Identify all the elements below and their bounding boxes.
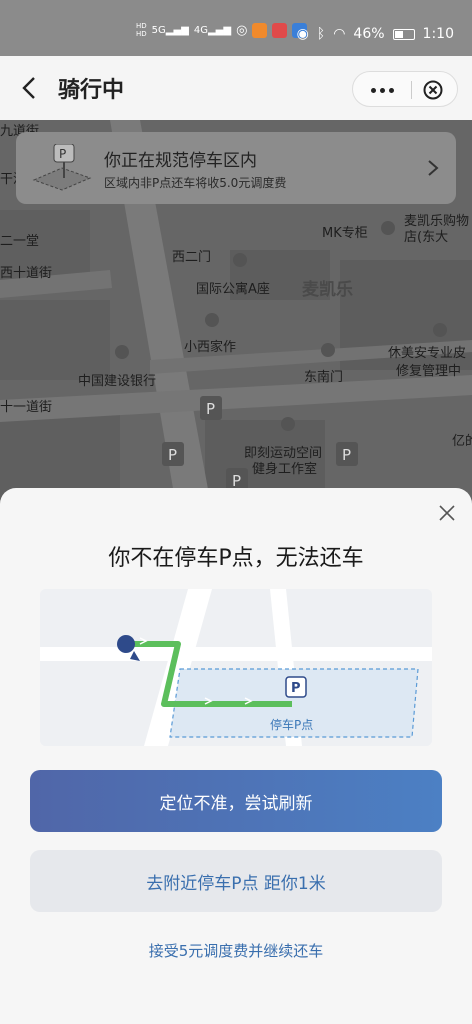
- zone-subtitle: 区域内非P点还车将收5.0元调度费: [104, 176, 287, 190]
- refresh-location-button[interactable]: 定位不准，尝试刷新: [30, 770, 442, 832]
- miniapp-capsule: [352, 71, 458, 107]
- map-label: 二一堂: [0, 234, 40, 249]
- status-left: HD HD 5G▂▄▆ 4G▂▄▆ ◎: [136, 22, 308, 38]
- return-bike-sheet: 你不在停车P点，无法还车 P 停车P点 定位不准，尝试刷新 去附近停车P点 距你…: [0, 488, 472, 1024]
- eye-icon: ◉: [296, 26, 309, 42]
- map-label: 店(东大: [404, 230, 449, 245]
- parking-point-label: 停车P点: [270, 718, 314, 732]
- wifi-icon: ◠: [333, 26, 346, 42]
- map-label: 西二门: [172, 250, 212, 265]
- app-header: 骑行中: [0, 56, 472, 120]
- zone-title: 你正在规范停车区内: [104, 151, 257, 171]
- back-button[interactable]: [16, 74, 44, 102]
- map-label: 亿的: [452, 434, 472, 449]
- svg-text:P: P: [59, 147, 66, 161]
- chevron-left-icon: [22, 77, 35, 99]
- parking-zone-banner[interactable]: P 你正在规范停车区内 区域内非P点还车将收5.0元调度费: [16, 132, 456, 204]
- page-title: 骑行中: [58, 78, 125, 103]
- close-circle-icon: [423, 80, 443, 100]
- svg-text:P: P: [206, 400, 215, 418]
- bluetooth-icon: ᛒ: [316, 26, 326, 42]
- wechat-icon: ◎: [236, 22, 248, 38]
- app-icon-orange: [252, 22, 268, 38]
- route-illustration: P 停车P点: [40, 589, 432, 746]
- signal-icon: 5G▂▄▆: [151, 24, 189, 36]
- map-label: 西十道街: [0, 266, 53, 281]
- chevron-right-icon: [428, 160, 439, 176]
- more-button[interactable]: [353, 72, 411, 108]
- map-label: 国际公寓A座: [196, 282, 270, 297]
- parking-zone-icon: P: [32, 144, 92, 191]
- sheet-title: 你不在停车P点，无法还车: [108, 546, 364, 571]
- status-right: ◉ ᛒ ◠ 46% 1:10: [297, 26, 454, 42]
- map-label: 麦凯乐: [302, 280, 353, 300]
- more-icon: [370, 87, 376, 93]
- sim-indicator: HD HD: [136, 22, 147, 38]
- close-icon: [439, 505, 455, 521]
- map-label: 中国建设银行: [78, 374, 157, 389]
- map-label: 修复管理中: [396, 364, 462, 379]
- map-label: 东南门: [304, 370, 344, 385]
- map-label: 健身工作室: [252, 462, 318, 477]
- close-miniapp-button[interactable]: [423, 80, 443, 100]
- status-bar: HD HD 5G▂▄▆ 4G▂▄▆ ◎ ◉ ᛒ ◠ 46% 1:10: [0, 0, 472, 56]
- clock: 1:10: [422, 26, 454, 42]
- go-nearby-parking-button[interactable]: 去附近停车P点 距你1米: [30, 850, 442, 912]
- app-icon-red: [272, 22, 288, 38]
- svg-text:P: P: [291, 681, 301, 696]
- sheet-close-button[interactable]: [438, 504, 456, 522]
- route-map-svg: P: [40, 589, 432, 746]
- map-label: 十一道街: [0, 400, 53, 415]
- accept-fee-link[interactable]: 接受5元调度费并继续还车: [0, 940, 472, 961]
- svg-text:P: P: [168, 446, 177, 464]
- signal-icon-2: 4G▂▄▆: [193, 24, 232, 36]
- capsule-divider: [411, 81, 412, 99]
- map-label: 休美安专业皮: [388, 346, 467, 361]
- svg-text:P: P: [342, 446, 351, 464]
- map-view[interactable]: P P P P 九道街 干沿 二一堂 西十道街 十一道街 西二门 国际公寓A座 …: [0, 120, 472, 500]
- battery-percent: 46%: [353, 26, 385, 42]
- battery-icon: [392, 28, 415, 40]
- map-label: MK专柜: [322, 226, 368, 241]
- map-label: 小西家作: [184, 340, 237, 355]
